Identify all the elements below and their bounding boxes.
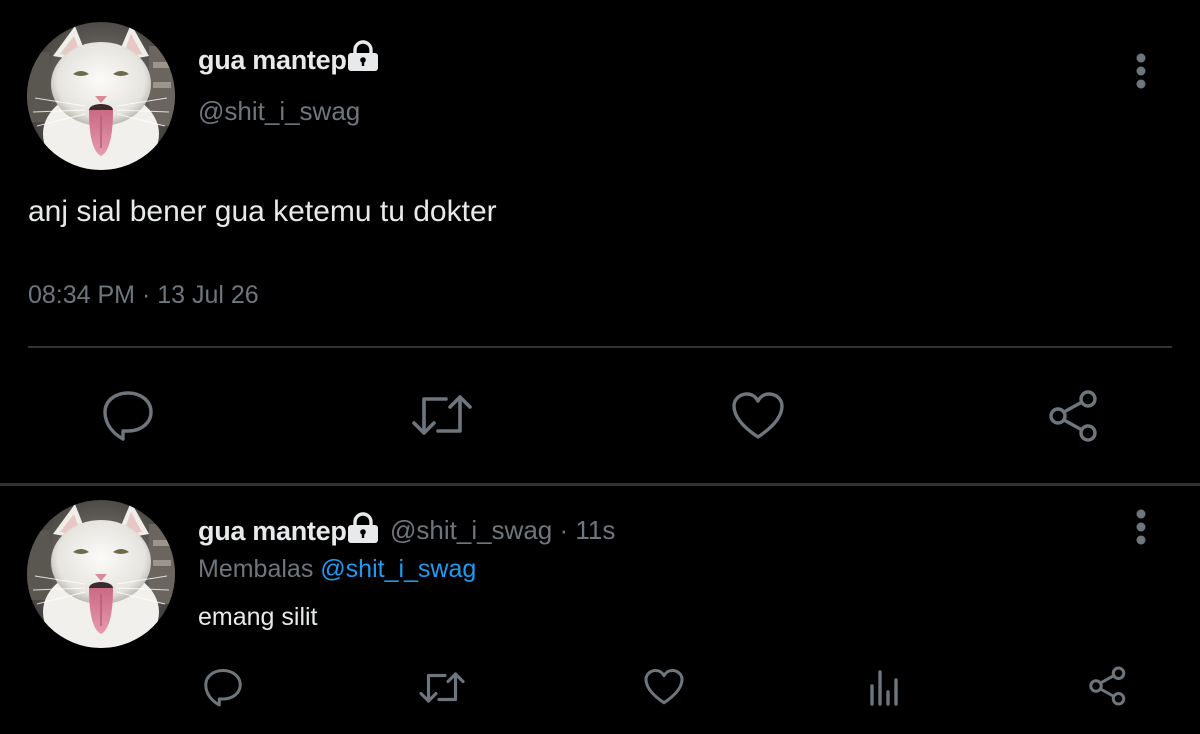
retweet-icon[interactable] [410,389,474,441]
lock-icon [346,512,380,544]
tweet-timestamp[interactable]: 08:34 PM · 13 Jul 26 [28,281,259,310]
share-icon[interactable] [1046,388,1102,444]
reply-icon[interactable] [202,666,244,708]
reply-time[interactable]: 11s [575,515,615,545]
cat-avatar [27,22,175,170]
divider [28,346,1172,348]
author-avatar[interactable] [27,22,175,170]
author-handle[interactable]: @shit_i_swag [198,96,360,127]
analytics-icon[interactable] [866,668,906,706]
lock-icon [346,40,380,72]
reply-text: emang silit [198,603,318,631]
retweet-icon[interactable] [418,668,466,707]
cat-avatar [27,500,175,648]
reply-author-name[interactable]: gua mantep [198,516,347,547]
author-name[interactable]: gua mantep [198,45,347,76]
more-vertical-icon[interactable] [1128,508,1154,548]
replying-to: Membalas @shit_i_swag [198,555,476,584]
more-vertical-icon[interactable] [1128,52,1154,92]
reply-icon[interactable] [100,387,156,443]
like-icon[interactable] [730,391,786,441]
share-icon[interactable] [1087,665,1129,707]
reply-author-handle[interactable]: @shit_i_swag [390,515,552,545]
replying-to-label: Membalas [198,555,314,583]
like-icon[interactable] [643,668,685,706]
reply-author-avatar[interactable] [27,500,175,648]
section-divider [0,483,1200,486]
tweet-text: anj sial bener gua ketemu tu dokter [28,195,497,228]
replying-to-link[interactable]: @shit_i_swag [320,555,476,583]
meta-separator: · [552,515,576,545]
